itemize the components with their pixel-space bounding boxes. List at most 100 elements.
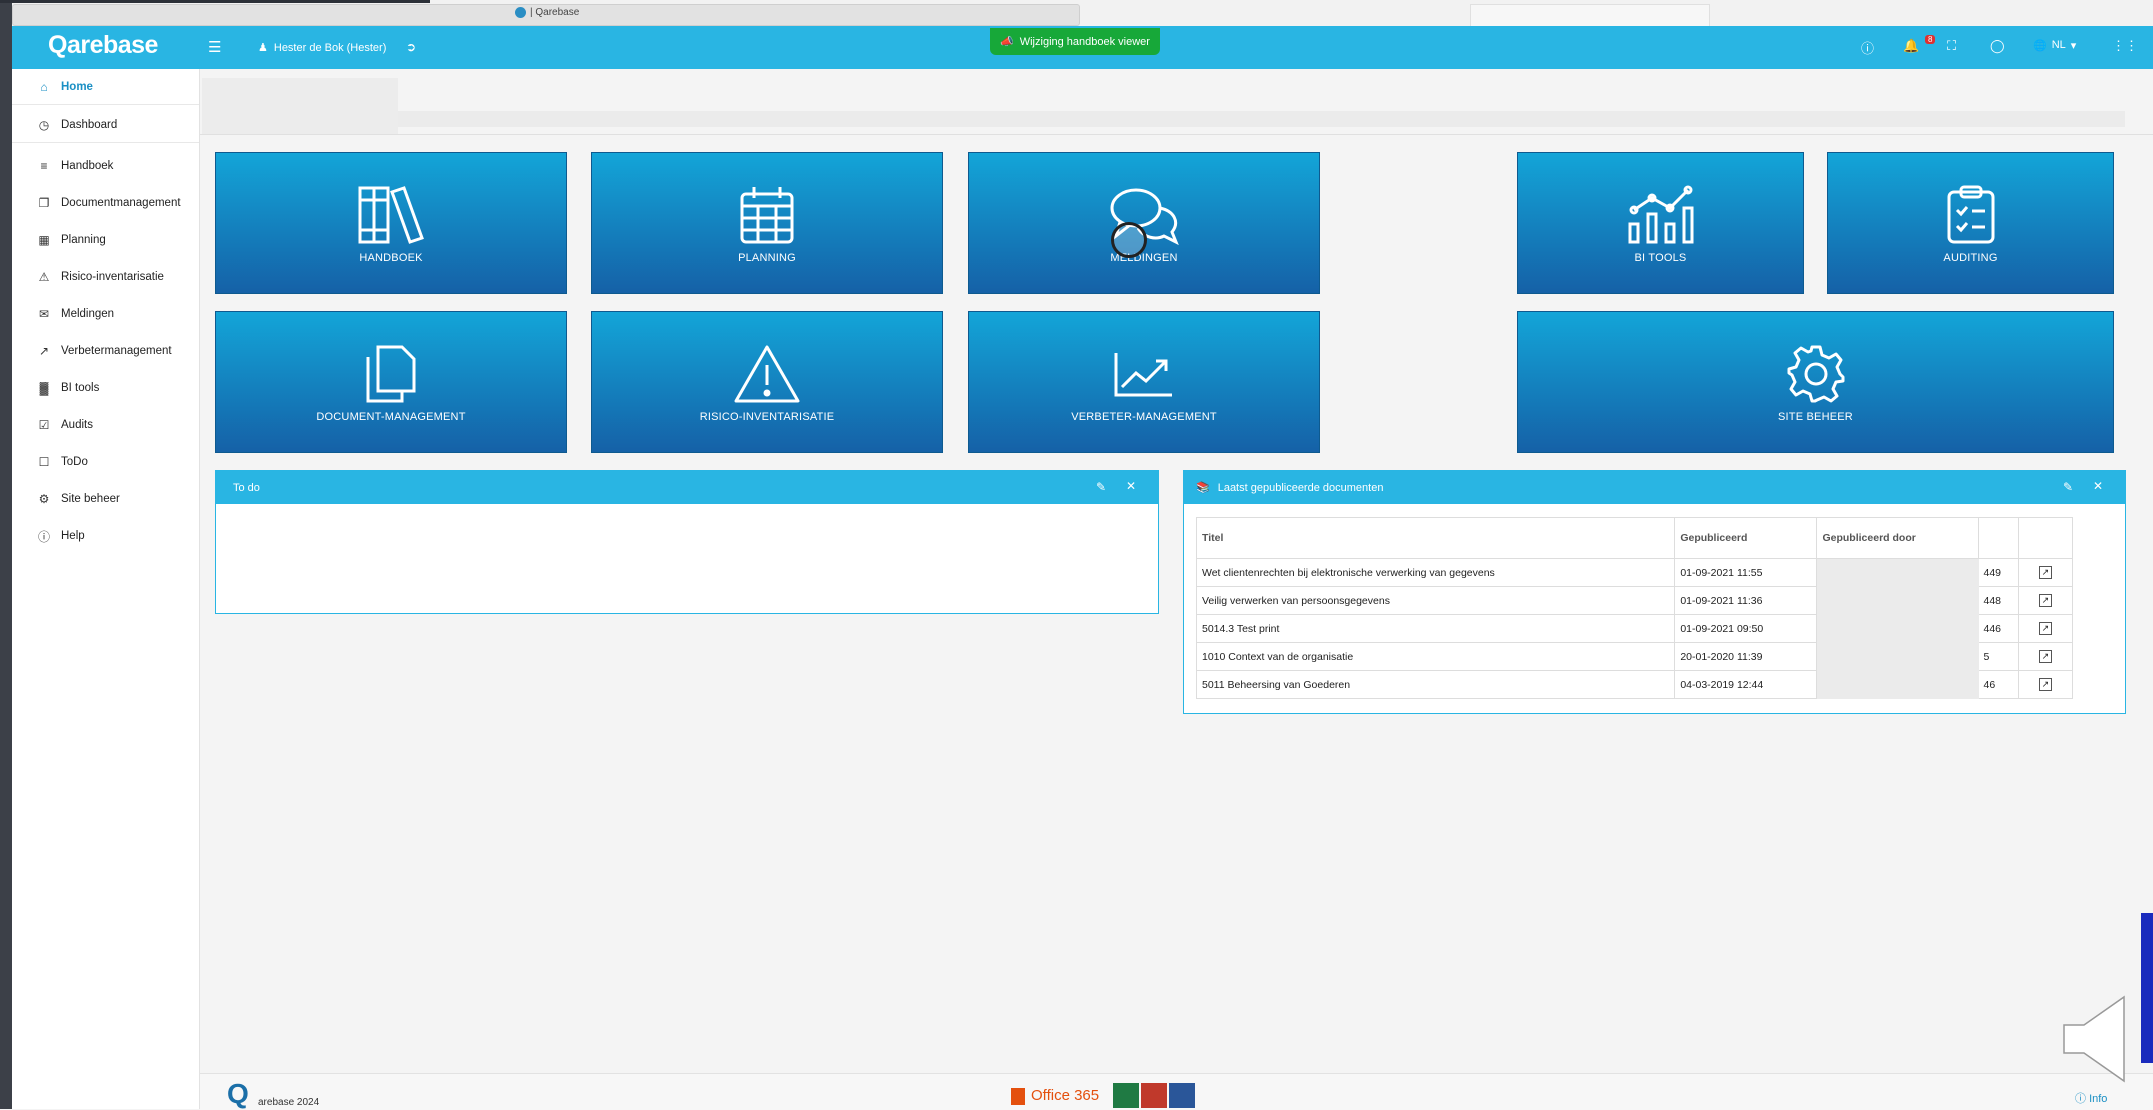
info-icon: ⓘ <box>2075 1093 2086 1105</box>
megaphone-icon: 📣 <box>1000 36 1014 48</box>
tile-planning[interactable]: PLANNING <box>591 152 943 294</box>
sidebar-item-audits[interactable]: ☑ Audits <box>12 408 199 442</box>
office-icon <box>1011 1088 1025 1105</box>
published-date-cell: 04-03-2019 12:44 <box>1674 670 1818 699</box>
external-link-icon[interactable]: ↗ <box>2038 650 2052 663</box>
close-icon[interactable]: ✕ <box>1126 479 1136 493</box>
fullscreen-icon[interactable]: ⛶ <box>1947 38 1956 54</box>
external-link-icon[interactable]: ↗ <box>2038 566 2052 579</box>
documents-icon <box>362 341 420 407</box>
word-icon[interactable] <box>1169 1083 1195 1108</box>
column-header-published-by[interactable]: Gepubliceerd door <box>1816 517 1979 559</box>
published-date-cell: 01-09-2021 11:36 <box>1674 586 1818 615</box>
edit-pencil-icon[interactable]: ✎ <box>2063 480 2073 494</box>
published-date-cell: 20-01-2020 11:39 <box>1674 642 1818 671</box>
gear-icon: ⚙ <box>38 492 50 506</box>
books-icon: ≡ <box>40 159 48 173</box>
external-link-icon[interactable]: ↗ <box>2038 622 2052 635</box>
sidebar-item-risico-inventarisatie[interactable]: ⚠ Risico-inventarisatie <box>12 260 199 294</box>
footer-copyright: arebase 2024 <box>258 1097 320 1108</box>
chat-support-icon[interactable]: ◯ <box>1990 38 2005 54</box>
breadcrumb-placeholder <box>398 111 2125 127</box>
sidebar-item-home[interactable]: ⌂ Home <box>12 70 199 104</box>
help-icon: ⓘ <box>37 529 50 544</box>
tile-label: AUDITING <box>1943 252 1998 264</box>
info-link[interactable]: ⓘ Info <box>2075 1090 2107 1106</box>
apps-grid-icon[interactable]: ⋮⋮ <box>2112 38 2138 54</box>
external-link-icon[interactable]: ↗ <box>2038 678 2052 691</box>
excel-icon[interactable] <box>1113 1083 1139 1108</box>
table-row[interactable]: 5014.3 Test print 01-09-2021 09:50 446 ↗ <box>1195 614 2074 643</box>
document-number-cell: 449 <box>1977 558 2019 587</box>
document-number-cell: 446 <box>1977 614 2019 643</box>
open-document-cell: ↗ <box>2017 670 2074 699</box>
documents-icon: ❐ <box>38 196 50 210</box>
sidebar-item-documentmanagement[interactable]: ❐ Documentmanagement <box>12 186 199 220</box>
warning-icon <box>732 341 802 407</box>
bell-icon[interactable]: 🔔 <box>1903 38 1919 54</box>
tile-bi-tools[interactable]: BI TOOLS <box>1517 152 1804 294</box>
todo-panel: To do <box>215 470 1159 614</box>
sidebar-item-label: Handboek <box>61 160 114 172</box>
page-header-placeholder <box>202 78 398 134</box>
tile-verbeter-management[interactable]: VERBETER-MANAGEMENT <box>968 311 1320 453</box>
user-menu[interactable]: ♟ Hester de Bok (Hester) <box>258 41 387 55</box>
column-header-published[interactable]: Gepubliceerd <box>1674 517 1818 559</box>
table-row[interactable]: Wet clientenrechten bij elektronische ve… <box>1195 558 2074 587</box>
tile-risico-inventarisatie[interactable]: RISICO-INVENTARISATIE <box>591 311 943 453</box>
column-header-open <box>2017 517 2074 559</box>
sidebar-item-planning[interactable]: ▦ Planning <box>12 223 199 257</box>
overlay-edge <box>2141 913 2153 1063</box>
sidebar-item-site-beheer[interactable]: ⚙ Site beheer <box>12 482 199 516</box>
table-row[interactable]: 1010 Context van de organisatie 20-01-202… <box>1195 642 2074 671</box>
sidebar-item-label: ToDo <box>61 456 88 468</box>
screen-left-edge <box>0 0 12 1109</box>
sidebar-item-todo[interactable]: ☐ ToDo <box>12 445 199 479</box>
sidebar-item-verbetermanagement[interactable]: ↗ Verbetermanagement <box>12 334 199 368</box>
sidebar-item-label: BI tools <box>61 382 100 394</box>
document-title-cell: 5011 Beheersing van Goederen <box>1195 670 1676 699</box>
tile-label: BI TOOLS <box>1634 252 1687 264</box>
language-selector[interactable]: 🌐 NL ▾ <box>2033 39 2076 52</box>
sidebar-item-dashboard[interactable]: ◷ Dashboard <box>12 108 199 142</box>
chat-icon: ✉ <box>38 307 50 321</box>
table-row[interactable]: 5011 Beheersing van Goederen 04-03-2019 1… <box>1195 670 2074 699</box>
books-icon <box>356 182 426 248</box>
close-icon[interactable]: ✕ <box>2093 479 2103 493</box>
sidebar-item-help[interactable]: ⓘ Help <box>12 519 199 553</box>
tile-meldingen[interactable]: MELDINGEN <box>968 152 1320 294</box>
external-link-icon[interactable]: ↗ <box>2038 594 2052 607</box>
sidebar-item-handboek[interactable]: ≡ Handboek <box>12 149 199 183</box>
sidebar-item-label: Audits <box>61 419 93 431</box>
latest-documents-title: Laatst gepubliceerde documenten <box>1217 481 1384 494</box>
user-name: Hester de Bok (Hester) <box>273 41 387 54</box>
help-icon[interactable]: ⓘ <box>1861 38 1874 57</box>
document-number-cell: 46 <box>1977 670 2019 699</box>
sidebar-item-meldingen[interactable]: ✉ Meldingen <box>12 297 199 331</box>
latest-documents-header: 📚 Laatst gepubliceerde documenten <box>1184 471 2125 504</box>
app-logo[interactable]: Qarebase <box>48 31 158 60</box>
info-label: Info <box>2089 1093 2108 1105</box>
logout-icon[interactable]: ➲ <box>406 40 416 54</box>
tile-document-management[interactable]: DOCUMENT-MANAGEMENT <box>215 311 567 453</box>
hamburger-menu-icon[interactable]: ☰ <box>208 38 221 56</box>
edit-pencil-icon[interactable]: ✎ <box>1096 480 1106 494</box>
tile-site-beheer[interactable]: SITE BEHEER <box>1517 311 2114 453</box>
sidebar-item-label: Site beheer <box>61 493 120 505</box>
change-banner[interactable]: 📣 Wijziging handboek viewer <box>990 28 1160 55</box>
powerpoint-icon[interactable] <box>1141 1083 1167 1108</box>
sidebar-item-label: Documentmanagement <box>61 197 181 209</box>
clipboard-check-icon <box>1945 182 1997 248</box>
sidebar-item-label: Verbetermanagement <box>61 345 172 357</box>
column-header-title[interactable]: Titel <box>1195 517 1676 559</box>
tile-auditing[interactable]: AUDITING <box>1827 152 2114 294</box>
table-row[interactable]: Veilig verwerken van persoonsgegevens 01-… <box>1195 586 2074 615</box>
document-title-cell: Wet clientenrechten bij elektronische ve… <box>1195 558 1676 587</box>
sidebar-item-label: Meldingen <box>61 308 115 320</box>
document-title-cell: Veilig verwerken van persoonsgegevens <box>1195 586 1676 615</box>
bar-chart-icon: ▓ <box>39 381 49 395</box>
sidebar-item-bi-tools[interactable]: ▓ BI tools <box>12 371 199 405</box>
tile-handboek[interactable]: HANDBOEK <box>215 152 567 294</box>
office-365-link[interactable]: Office 365 <box>1031 1087 1099 1104</box>
browser-tab-title: | Qarebase <box>515 7 579 18</box>
